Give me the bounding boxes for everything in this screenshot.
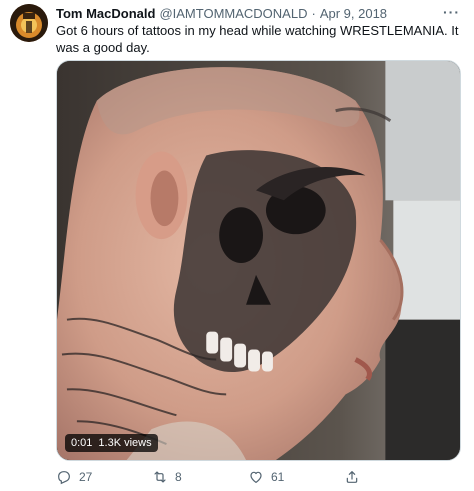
reply-count: 27 [79,470,93,484]
share-icon [346,471,358,483]
video-views: 1.3K views [98,437,152,449]
separator: · [311,5,316,21]
avatar[interactable] [10,4,48,42]
retweet-count: 8 [175,470,182,484]
reply-icon [58,471,70,485]
retweet-button[interactable]: 8 [152,469,248,485]
tweet-date[interactable]: Apr 9, 2018 [320,6,387,21]
author-handle[interactable]: @IAMTOMMACDONALD [159,6,307,21]
like-button[interactable]: 61 [248,469,344,485]
video-player[interactable]: 0:01 1.3K views [56,60,461,461]
tweet-card[interactable]: Tom MacDonald @IAMTOMMACDONALD · Apr 9, … [0,0,474,491]
retweet-icon [154,471,166,483]
video-time: 0:01 [71,437,93,449]
share-button[interactable] [344,469,440,485]
avatar-image [10,4,48,42]
more-options-icon[interactable]: ··· [443,4,460,20]
video-frame [57,61,460,460]
reply-button[interactable]: 27 [56,469,152,485]
like-count: 61 [271,470,285,484]
author-name[interactable]: Tom MacDonald [56,6,155,21]
video-badge: 0:01 1.3K views [65,434,158,452]
tweet-header: Tom MacDonald @IAMTOMMACDONALD · Apr 9, … [56,4,464,22]
tweet-text: Got 6 hours of tattoos in my head while … [56,23,459,55]
heart-icon [250,471,262,483]
tweet-actions: 27 8 61 [56,467,461,487]
